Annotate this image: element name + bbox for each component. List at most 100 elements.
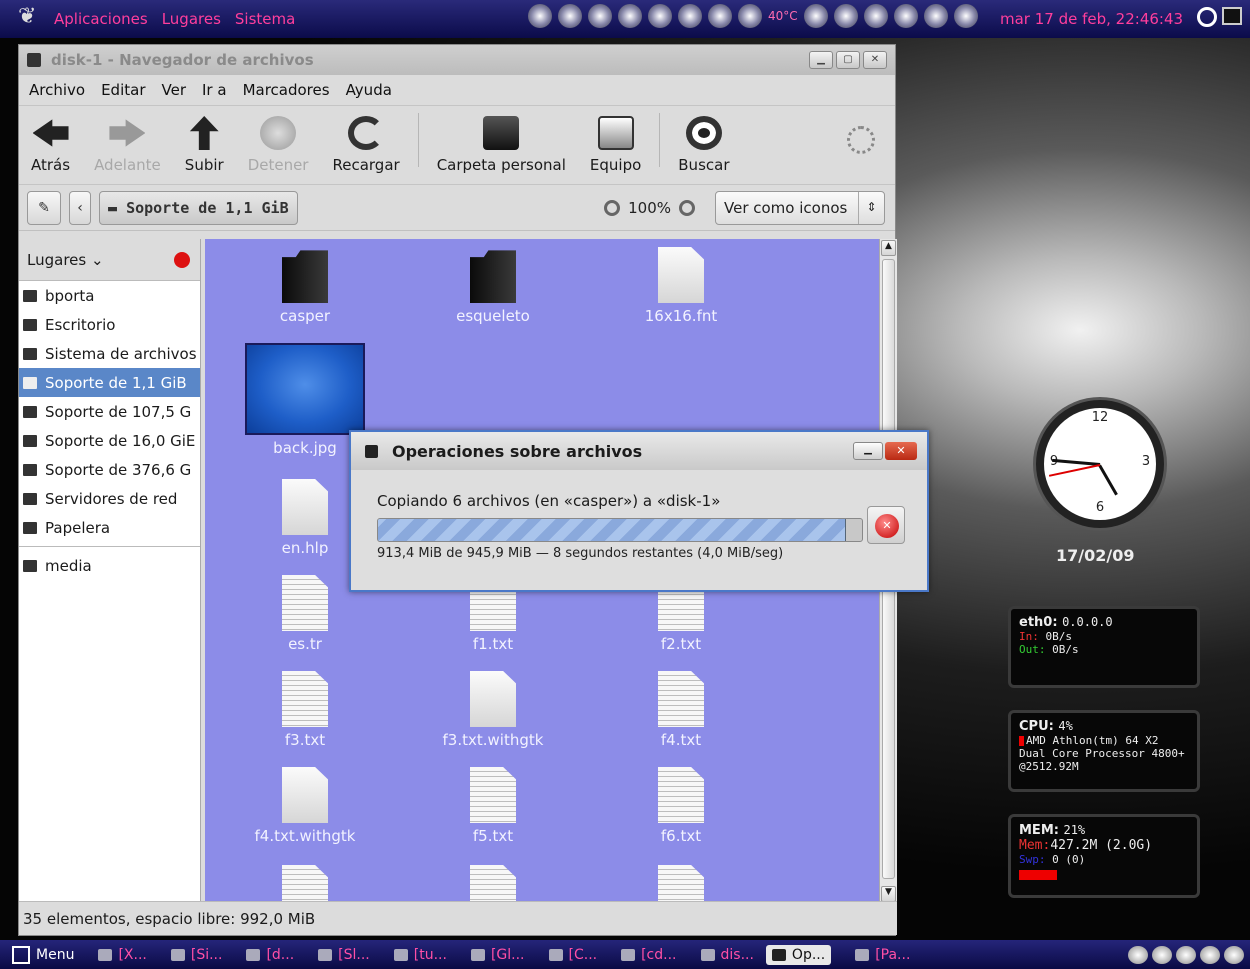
menu-places[interactable]: Lugares bbox=[162, 10, 221, 28]
cancel-copy-button[interactable]: ✕ bbox=[867, 506, 905, 544]
launcher-icon[interactable] bbox=[588, 4, 612, 28]
file-item[interactable]: f3.txt.withgtk bbox=[423, 671, 563, 749]
menu-ver[interactable]: Ver bbox=[162, 81, 187, 99]
view-mode-select[interactable]: Ver como iconos ⇕ bbox=[715, 190, 885, 225]
sidebar-item[interactable]: Soporte de 16,0 GiE bbox=[19, 426, 200, 455]
scroll-down-button[interactable]: ▼ bbox=[881, 886, 896, 902]
zoom-out-icon[interactable] bbox=[604, 199, 621, 216]
toggle-location-button[interactable]: ✎ bbox=[27, 190, 61, 225]
minimize-button[interactable]: ▁ bbox=[809, 51, 833, 69]
reload-button[interactable]: Recargar bbox=[332, 116, 400, 174]
tray-icon[interactable] bbox=[1152, 945, 1172, 964]
home-label: Carpeta personal bbox=[436, 156, 566, 174]
launcher-icon[interactable] bbox=[803, 4, 828, 28]
close-button[interactable]: ✕ bbox=[863, 51, 887, 69]
sidebar-item[interactable]: Servidores de red bbox=[19, 484, 200, 513]
tray-icon[interactable] bbox=[1176, 945, 1196, 964]
weather-icon[interactable] bbox=[738, 4, 762, 28]
taskbar-button[interactable]: [d... bbox=[246, 945, 294, 965]
file-item[interactable]: esqueleto bbox=[423, 247, 563, 325]
menu-ir-a[interactable]: Ir a bbox=[202, 81, 227, 99]
taskbar-button[interactable]: [cd... bbox=[621, 945, 677, 965]
taskbar-button[interactable]: [Gl... bbox=[470, 945, 525, 965]
computer-button[interactable]: Equipo bbox=[590, 116, 641, 174]
zoom-level[interactable]: 100% bbox=[628, 199, 671, 217]
file-item[interactable]: f4.txt bbox=[611, 671, 751, 749]
mem-usage-label: Mem: bbox=[1019, 838, 1051, 853]
launcher-icon[interactable] bbox=[863, 4, 888, 28]
taskbar-button[interactable]: Op... bbox=[765, 944, 832, 965]
search-button[interactable]: Buscar bbox=[678, 116, 729, 174]
taskbar-button[interactable]: dis... bbox=[700, 945, 754, 965]
dialog-titlebar[interactable]: Operaciones sobre archivos ▁ ✕ bbox=[351, 432, 927, 470]
menu-system[interactable]: Sistema bbox=[235, 10, 295, 28]
launcher-icon[interactable] bbox=[618, 4, 642, 28]
close-sidebar-icon[interactable] bbox=[174, 251, 190, 268]
main-menu-button[interactable]: Menu bbox=[12, 945, 74, 964]
stop-button[interactable]: Detener bbox=[248, 116, 308, 174]
sidebar-item[interactable]: Soporte de 107,5 G bbox=[19, 397, 200, 426]
panel-clock[interactable]: mar 17 de feb, 22:46:43 bbox=[1000, 10, 1183, 28]
file-item[interactable]: f6.txt bbox=[611, 767, 751, 845]
gnome-foot-icon[interactable]: ❦ bbox=[18, 4, 48, 34]
launcher-icon[interactable] bbox=[833, 4, 858, 28]
sidebar-item[interactable]: Soporte de 1,1 GiB bbox=[19, 368, 200, 397]
drive-icon bbox=[23, 405, 37, 418]
file-item[interactable] bbox=[235, 865, 375, 903]
menu-marcadores[interactable]: Marcadores bbox=[243, 81, 330, 99]
launcher-icon[interactable] bbox=[648, 4, 672, 28]
zoom-in-icon[interactable] bbox=[679, 199, 695, 216]
file-item[interactable]: f4.txt.withgtk bbox=[235, 767, 375, 845]
file-item[interactable]: f5.txt bbox=[423, 767, 563, 845]
maximize-button[interactable]: ▢ bbox=[836, 51, 860, 69]
sidebar-item[interactable]: Papelera bbox=[19, 513, 200, 542]
menu-editar[interactable]: Editar bbox=[101, 81, 145, 99]
launcher-icon[interactable] bbox=[708, 4, 732, 28]
forward-button[interactable]: Adelante bbox=[94, 116, 161, 174]
sidebar-item[interactable]: Sistema de archivos bbox=[19, 339, 200, 368]
minimize-button[interactable]: ▁ bbox=[853, 442, 883, 460]
back-button[interactable]: Atrás bbox=[31, 116, 70, 174]
tray-icon[interactable] bbox=[1200, 945, 1220, 964]
menu-applications[interactable]: Aplicaciones bbox=[54, 10, 148, 28]
launcher-icon[interactable] bbox=[678, 4, 702, 28]
file-item[interactable]: casper bbox=[235, 247, 375, 325]
taskbar-button[interactable]: [tu... bbox=[393, 945, 447, 965]
taskbar-button[interactable]: [Sl... bbox=[318, 945, 370, 965]
home-button[interactable]: Carpeta personal bbox=[437, 116, 566, 174]
file-item[interactable]: f3.txt bbox=[235, 671, 375, 749]
menu-archivo[interactable]: Archivo bbox=[29, 81, 85, 99]
window-icon[interactable] bbox=[365, 444, 378, 458]
taskbar-button[interactable]: [Si... bbox=[170, 945, 222, 965]
launcher-icon[interactable] bbox=[923, 4, 948, 28]
sidebar-item[interactable]: bporta bbox=[19, 281, 200, 310]
menu-ayuda[interactable]: Ayuda bbox=[346, 81, 392, 99]
file-item[interactable]: 16x16.fnt bbox=[611, 247, 751, 325]
taskbar-button[interactable]: [C... bbox=[548, 945, 597, 965]
file-item[interactable] bbox=[611, 865, 751, 903]
close-button[interactable]: ✕ bbox=[885, 442, 917, 460]
launcher-icon[interactable] bbox=[558, 4, 582, 28]
path-button-current[interactable]: ▬ Soporte de 1,1 GiB bbox=[99, 190, 298, 225]
sidebar-item-media[interactable]: media bbox=[19, 551, 200, 580]
sidebar-item[interactable]: Soporte de 376,6 G bbox=[19, 455, 200, 484]
scroll-up-button[interactable]: ▲ bbox=[881, 240, 896, 256]
launcher-icon[interactable] bbox=[528, 4, 552, 28]
launcher-icon[interactable] bbox=[893, 4, 918, 28]
tray-icon[interactable] bbox=[1224, 945, 1244, 964]
file-item[interactable] bbox=[423, 865, 563, 903]
up-button[interactable]: Subir bbox=[185, 116, 224, 174]
launcher-icon[interactable] bbox=[953, 4, 978, 28]
taskbar-label: [Gl... bbox=[490, 946, 525, 963]
tray-icon[interactable] bbox=[1128, 945, 1148, 964]
path-left-button[interactable]: ‹ bbox=[69, 190, 91, 225]
window-titlebar[interactable]: disk-1 - Navegador de archivos ▁ ▢ ✕ bbox=[19, 45, 895, 75]
sidebar-mode-select[interactable]: Lugares bbox=[27, 251, 86, 269]
show-desktop-icon[interactable] bbox=[1222, 7, 1242, 25]
window-icon[interactable] bbox=[27, 53, 41, 67]
taskbar-button[interactable]: [X... bbox=[98, 945, 147, 965]
sidebar-item[interactable]: Escritorio bbox=[19, 310, 200, 339]
power-icon[interactable] bbox=[1197, 7, 1217, 27]
taskbar-button[interactable]: [Pa... bbox=[855, 945, 910, 965]
chevron-down-icon[interactable]: ⌄ bbox=[86, 251, 104, 269]
